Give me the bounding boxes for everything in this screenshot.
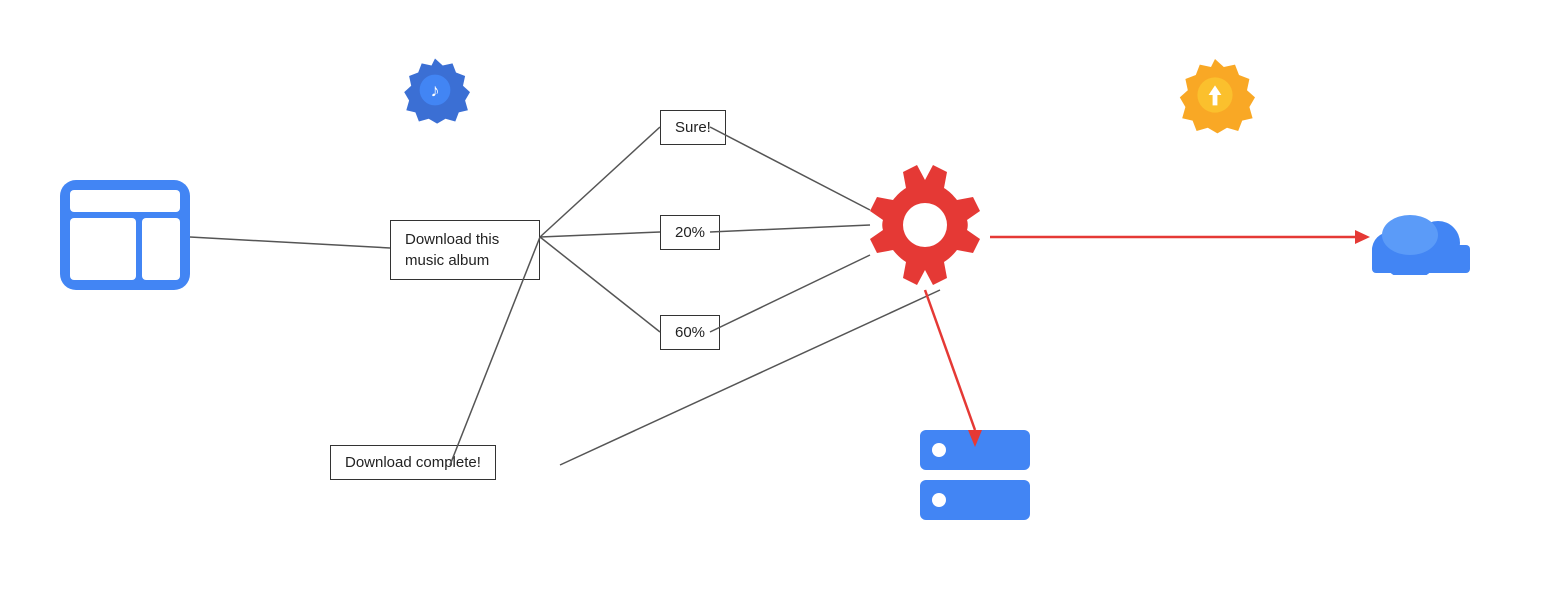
browser-left-panel bbox=[70, 218, 136, 280]
server-item-2 bbox=[920, 480, 1030, 520]
arrows-overlay bbox=[0, 0, 1550, 600]
server-dot-2 bbox=[932, 493, 946, 507]
progress-20-box: 20% bbox=[660, 215, 720, 250]
server-item-1 bbox=[920, 430, 1030, 470]
download-badge-icon bbox=[1175, 55, 1255, 135]
sure-box: Sure! bbox=[660, 110, 726, 145]
gear-icon bbox=[860, 160, 990, 290]
browser-bottom-area bbox=[70, 218, 180, 280]
server-container bbox=[920, 430, 1030, 520]
complete-box: Download complete! bbox=[330, 445, 496, 480]
sure-text: Sure! bbox=[675, 119, 711, 136]
browser-right-panel bbox=[142, 218, 180, 280]
browser-top-bar bbox=[70, 190, 180, 212]
progress-60-text: 60% bbox=[675, 324, 705, 341]
download-request-text: Download this music album bbox=[405, 231, 499, 269]
music-badge-icon: ♪ bbox=[400, 55, 470, 125]
cloud-icon bbox=[1360, 195, 1480, 275]
progress-20-text: 20% bbox=[675, 224, 705, 241]
download-request-box: Download this music album bbox=[390, 220, 540, 280]
browser-icon bbox=[60, 180, 190, 290]
svg-text:♪: ♪ bbox=[430, 80, 439, 100]
diagram-container: ♪ Download this music album Sure! 20% 60… bbox=[0, 0, 1550, 600]
server-dot-1 bbox=[932, 443, 946, 457]
complete-text: Download complete! bbox=[345, 454, 481, 471]
progress-60-box: 60% bbox=[660, 315, 720, 350]
